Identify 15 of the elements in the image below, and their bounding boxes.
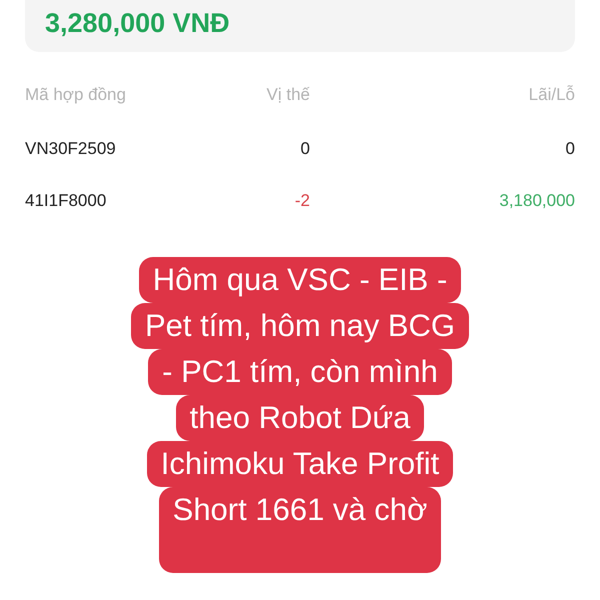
position-cell: 0 [300, 138, 310, 158]
caption-line: - PC1 tím, còn mình [148, 348, 452, 394]
contract-header: Mã hợp đồng [25, 85, 126, 104]
position-cell: -2 [294, 190, 310, 210]
caption-line: Ichimoku Take Profit [146, 440, 454, 486]
contract-cell: 41I1F8000 [25, 190, 106, 210]
position-header: Vị thế [266, 85, 310, 104]
caption-line: theo Robot Dứa [176, 394, 424, 440]
profit-amount: 3,280,000 VNĐ [45, 10, 230, 36]
caption-line: Pet tím, hôm nay BCG [130, 302, 470, 348]
caption-line: Hôm qua VSC - EIB - [138, 256, 462, 302]
contract-cell: VN30F2509 [25, 138, 116, 158]
pnl-header: Lãi/Lỗ [528, 85, 575, 104]
pnl-cell: 3,180,000 [499, 190, 575, 210]
pnl-cell: 0 [566, 138, 575, 158]
